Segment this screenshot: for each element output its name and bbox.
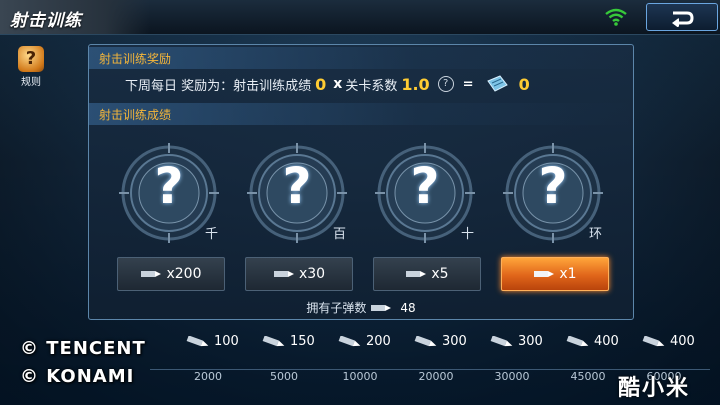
- target-symbol: ?: [410, 157, 440, 215]
- track-reward-value: 150: [290, 334, 315, 349]
- watermark-konami: © KONAMI: [20, 366, 135, 387]
- target-thousands: ?: [119, 143, 219, 243]
- bullet-icon: [490, 335, 513, 346]
- target-symbol: ?: [154, 157, 184, 215]
- owned-value: 48: [400, 300, 416, 315]
- multiplier-label: x5: [431, 266, 449, 282]
- bullet-icon: [566, 335, 589, 346]
- track-reward-value: 400: [670, 334, 695, 349]
- bullet-icon: [273, 271, 294, 277]
- back-arrow-icon: [672, 11, 694, 27]
- rules-label: 规则: [21, 77, 41, 88]
- multiplier-button-x30[interactable]: x30: [245, 257, 353, 291]
- unit-thousands: 千: [205, 227, 219, 242]
- bullet-icon: [406, 271, 427, 277]
- training-panel: 射击训练奖励 下周每日 奖励为：射击训练成绩 0 x 关卡系数 1.0 ? = …: [88, 44, 634, 320]
- track-reward-value: 200: [366, 334, 391, 349]
- help-icon[interactable]: ?: [437, 76, 454, 92]
- score-section-title: 射击训练成绩: [99, 108, 172, 122]
- bullet-icon: [186, 335, 209, 346]
- track-reward: 150: [262, 334, 332, 349]
- reward-score: 0: [315, 74, 327, 94]
- bullet-icon: [414, 335, 437, 346]
- factor-value: 1.0: [401, 74, 430, 94]
- reward-section-header: 射击训练奖励: [89, 47, 633, 69]
- unit-hundreds: 百: [333, 227, 347, 242]
- watermark-tencent: © TENCENT: [20, 338, 146, 359]
- target-symbol: ?: [538, 157, 568, 215]
- track-reward: 100: [186, 334, 256, 349]
- reward-section-title: 射击训练奖励: [99, 52, 172, 66]
- track-reward: 400: [642, 334, 712, 349]
- track-threshold: 2000: [194, 370, 222, 383]
- track-reward: 200: [338, 334, 408, 349]
- watermark-brand: 酷小米: [618, 376, 691, 401]
- multiplier-button-x5[interactable]: x5: [373, 257, 481, 291]
- bullet-icon: [642, 335, 665, 346]
- bullet-icon: [262, 335, 285, 346]
- track-reward-value: 100: [214, 334, 239, 349]
- multiplier-label: x30: [298, 266, 326, 282]
- multiply-sign: x: [333, 76, 343, 92]
- factor-label: 关卡系数: [345, 78, 398, 94]
- multiplier-label: x1: [559, 266, 577, 282]
- track-reward-value: 400: [594, 334, 619, 349]
- title-tab: 射击训练: [0, 0, 150, 34]
- ticket-icon: [486, 75, 508, 92]
- reward-prefix: 下周每日 奖励为：射击训练成绩: [125, 78, 312, 94]
- track-reward: 300: [490, 334, 560, 349]
- bullet-icon: [534, 271, 555, 277]
- owned-bullets: 拥有子弹数 48: [89, 299, 633, 316]
- unit-rings: 环: [589, 227, 603, 242]
- multiplier-button-x200[interactable]: x200: [117, 257, 225, 291]
- multiplier-button-x1[interactable]: x1: [501, 257, 609, 291]
- bullet-icon: [371, 304, 392, 311]
- reward-result: 0: [518, 74, 530, 94]
- bullet-icon: [338, 335, 361, 346]
- bullet-icon: [141, 271, 162, 277]
- track-reward-value: 300: [442, 334, 467, 349]
- owned-label: 拥有子弹数: [306, 301, 367, 315]
- track-threshold: 5000: [270, 370, 298, 383]
- unit-tens: 十: [461, 227, 475, 242]
- track-reward: 300: [414, 334, 484, 349]
- track-threshold: 30000: [494, 370, 530, 383]
- target-symbol: ?: [282, 157, 312, 215]
- top-bar: 射击训练: [0, 0, 720, 35]
- back-button[interactable]: [646, 3, 718, 31]
- track-reward-value: 300: [518, 334, 543, 349]
- track-threshold: 10000: [342, 370, 378, 383]
- wifi-icon: [605, 8, 627, 26]
- page-title: 射击训练: [10, 11, 82, 31]
- target-rings: ?: [503, 143, 603, 243]
- track-threshold: 45000: [570, 370, 606, 383]
- reward-formula: 下周每日 奖励为：射击训练成绩 0 x 关卡系数 1.0 ? = 0: [125, 73, 534, 95]
- target-tens: ?: [375, 143, 475, 243]
- track-threshold: 20000: [418, 370, 454, 383]
- score-section-header: 射击训练成绩: [89, 103, 633, 125]
- target-hundreds: ?: [247, 143, 347, 243]
- equals-sign: =: [462, 76, 474, 92]
- question-badge-icon: ?: [18, 46, 44, 72]
- multiplier-label: x200: [166, 266, 202, 282]
- track-reward: 400: [566, 334, 636, 349]
- rules-button[interactable]: ? 规则: [12, 46, 50, 88]
